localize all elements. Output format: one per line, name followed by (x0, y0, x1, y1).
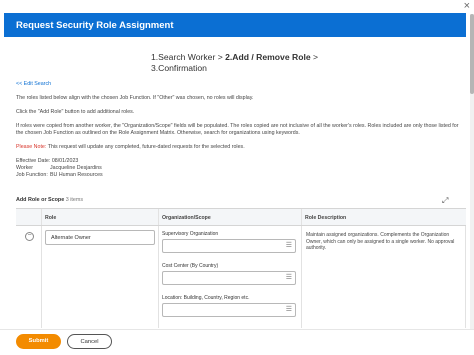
please-note: Please Note: This request will update an… (16, 144, 466, 151)
submit-button[interactable]: Submit (16, 334, 61, 349)
step-separator: > (310, 52, 319, 62)
job-function-row: Job Function: BU Human Resources (16, 172, 466, 179)
step-indicator: 1.Search Worker > 2.Add / Remove Role > … (151, 52, 351, 74)
table-item-count: 3 items (65, 197, 84, 203)
scrollbar[interactable] (470, 14, 474, 340)
job-function-value: BU Human Resources (50, 172, 103, 178)
table-row: − Alternate Owner Supervisory Organizati… (16, 226, 466, 328)
list-prompt-icon[interactable]: ☰ (286, 274, 292, 282)
list-prompt-icon[interactable]: ☰ (286, 306, 292, 314)
cost-center-input[interactable]: ☰ (162, 271, 296, 285)
location-label: Location: Building, Country, Region etc. (162, 295, 250, 301)
role-cell: Alternate Owner (42, 226, 159, 328)
table-header: Role Organization/Scope Role Description (16, 209, 466, 226)
role-input[interactable]: Alternate Owner (45, 230, 155, 245)
note-text: This request will update any completed, … (46, 144, 245, 150)
instruction-job-function: The roles listed below align with the ch… (16, 95, 254, 101)
header-role: Role (42, 209, 159, 225)
table-title: Add Role or Scope 3 items (16, 197, 83, 203)
organization-cell: Supervisory Organization ☰ Cost Center (… (159, 226, 302, 328)
minus-circle-icon[interactable]: − (25, 232, 34, 241)
close-icon[interactable]: × (464, 1, 470, 12)
instruction-copied-roles: If roles were copied from another worker… (16, 123, 459, 136)
step-add-remove-role: 2.Add / Remove Role (225, 52, 311, 62)
instruction-add-role: Click the "Add Role" button to add addit… (16, 109, 135, 115)
dialog-footer: Submit Cancel (0, 329, 474, 355)
supervisory-org-input[interactable]: ☰ (162, 239, 296, 253)
dialog-title: Request Security Role Assignment (16, 20, 174, 31)
step-confirmation: 3.Confirmation (151, 63, 207, 73)
worker-label: Worker (16, 165, 33, 171)
note-label: Please Note: (16, 144, 47, 150)
header-role-description: Role Description (305, 215, 347, 221)
dialog-header: Request Security Role Assignment (4, 13, 466, 37)
effective-date: Effective Date: 08/01/2023 (16, 158, 79, 164)
scrollbar-thumb[interactable] (470, 14, 474, 94)
worker-value: Jacqueline Desjardins (50, 165, 102, 171)
supervisory-org-label: Supervisory Organization (162, 231, 219, 237)
cost-center-label: Cost Center (By Country) (162, 263, 219, 269)
location-input[interactable]: ☰ (162, 303, 296, 317)
edit-search-link[interactable]: << Edit Search (16, 81, 466, 88)
row-action-cell: − (16, 226, 42, 328)
step-search-worker: 1.Search Worker > (151, 52, 223, 62)
header-action (16, 209, 42, 225)
role-description-cell: Maintain assigned organizations. Complem… (302, 226, 466, 328)
expand-icon[interactable]: ⤢ (442, 196, 448, 206)
role-table: Role Organization/Scope Role Description… (16, 208, 466, 328)
list-prompt-icon[interactable]: ☰ (286, 242, 292, 250)
table-title-text: Add Role or Scope (16, 197, 65, 203)
instructions: << Edit Search The roles listed below al… (16, 81, 466, 179)
cancel-button[interactable]: Cancel (67, 334, 112, 349)
worker-row: Worker Jacqueline Desjardins (16, 165, 466, 172)
header-organization-scope: Organization/Scope (159, 209, 302, 225)
job-function-label: Job Function: (16, 172, 48, 178)
